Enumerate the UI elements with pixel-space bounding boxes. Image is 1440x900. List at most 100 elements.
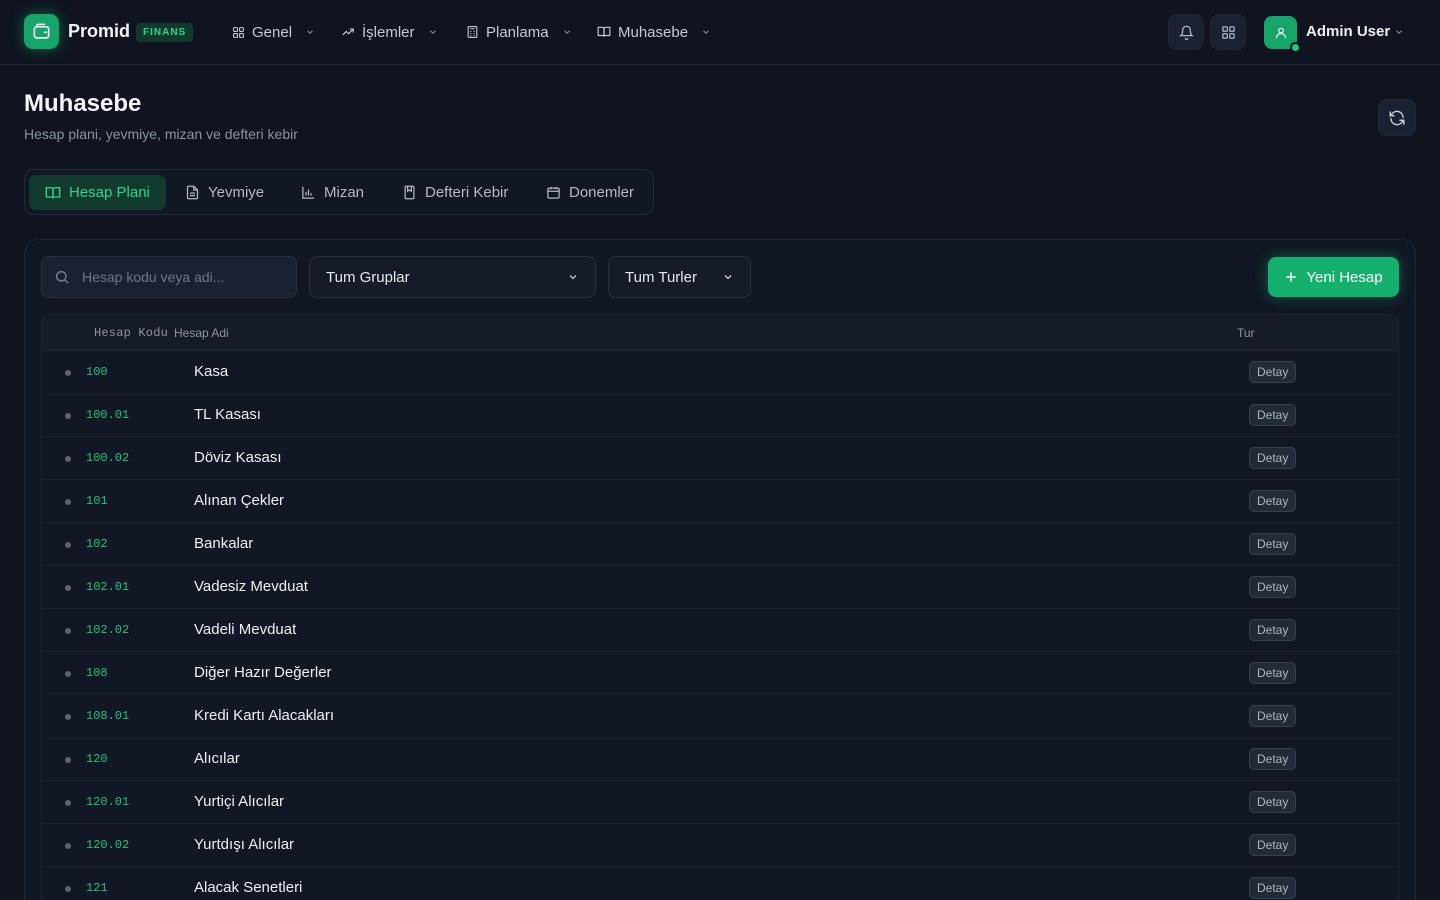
wallet-logo-icon[interactable] <box>24 14 59 49</box>
search-input[interactable] <box>82 269 282 285</box>
account-name: Bankalar <box>194 535 254 552</box>
refresh-button[interactable] <box>1378 99 1416 136</box>
row-bullet <box>65 757 71 763</box>
column-header-code: Hesap Kodu <box>94 326 169 340</box>
account-name: Yurtdışı Alıcılar <box>194 836 295 853</box>
page-title: Muhasebe <box>24 90 142 117</box>
page-subtitle: Hesap plani, yevmiye, mizan ve defteri k… <box>24 126 298 142</box>
account-name: Vadesiz Mevduat <box>194 578 308 595</box>
nav-item-planlama[interactable]: Planlama <box>466 20 572 44</box>
accounting-tabs: Hesap Plani Yevmiye Mizan Defteri Kebir … <box>24 169 654 215</box>
account-type-badge: Detay <box>1249 748 1297 770</box>
plus-icon <box>1286 272 1297 282</box>
user-icon <box>1275 27 1286 38</box>
online-status-dot <box>1290 42 1301 53</box>
row-bullet <box>65 499 71 505</box>
account-name: Döviz Kasası <box>194 449 282 466</box>
account-name: Alıcılar <box>194 750 240 767</box>
nav-item-genel[interactable]: Genel <box>232 20 315 44</box>
nav-label: Genel <box>252 23 293 41</box>
group-select[interactable]: Tum Gruplar <box>309 256 596 298</box>
new-account-button[interactable]: Yeni Hesap <box>1268 257 1399 297</box>
new-account-label: Yeni Hesap <box>1306 268 1383 286</box>
chevron-down-icon <box>429 30 436 34</box>
nav-item-muhasebe[interactable]: Muhasebe <box>597 20 711 44</box>
notifications-button[interactable] <box>1168 14 1204 50</box>
account-code: 120 <box>86 752 108 766</box>
row-bullet <box>65 671 71 677</box>
chevron-down-icon <box>307 30 313 34</box>
account-code: 101 <box>86 494 108 508</box>
apps-button[interactable] <box>1210 14 1246 50</box>
table-row[interactable]: 102.01 Vadesiz Mevduat Detay <box>42 566 1398 609</box>
tab-defteri-kebir[interactable]: Defteri Kebir <box>386 175 524 210</box>
account-name: Kredi Kartı Alacakları <box>194 707 335 724</box>
tab-donemler[interactable]: Donemler <box>530 175 650 210</box>
table-row[interactable]: 120.01 Yurtiçi Alıcılar Detay <box>42 781 1398 824</box>
search-icon <box>56 271 69 284</box>
chevron-down-icon[interactable] <box>1394 27 1404 37</box>
grid-icon <box>233 26 244 38</box>
row-bullet <box>65 413 71 419</box>
chevron-down-icon <box>569 275 577 280</box>
row-bullet <box>65 886 71 892</box>
table-row[interactable]: 120 Alıcılar Detay <box>42 738 1398 781</box>
account-code: 108.01 <box>86 709 130 723</box>
search-box[interactable] <box>41 256 297 298</box>
calendar-icon <box>547 186 560 199</box>
nav-label: Planlama <box>486 23 549 41</box>
avatar[interactable] <box>1264 16 1301 53</box>
table-row[interactable]: 102.02 Vadeli Mevduat Detay <box>42 609 1398 652</box>
account-type-badge: Detay <box>1249 533 1297 555</box>
account-name: TL Kasası <box>194 406 261 423</box>
table-row[interactable]: 100 Kasa Detay <box>42 351 1398 394</box>
tab-label: Mizan <box>324 184 365 201</box>
row-bullet <box>65 585 71 591</box>
document-icon <box>186 185 199 200</box>
tab-yevmiye[interactable]: Yevmiye <box>169 175 280 210</box>
account-code: 100.02 <box>86 451 130 465</box>
account-type-badge: Detay <box>1249 447 1297 469</box>
account-code: 108 <box>86 666 108 680</box>
account-name: Alınan Çekler <box>194 492 285 509</box>
account-code: 102.01 <box>86 580 130 594</box>
user-name[interactable]: Admin User <box>1306 23 1390 40</box>
table-row[interactable]: 121 Alacak Senetleri Detay <box>42 867 1398 900</box>
account-type-badge: Detay <box>1249 877 1297 899</box>
table-row[interactable]: 100.02 Döviz Kasası Detay <box>42 437 1398 480</box>
account-code: 100 <box>86 365 108 379</box>
account-code: 120.01 <box>86 795 130 809</box>
account-code: 100.01 <box>86 408 130 422</box>
group-select-value: Tum Gruplar <box>326 268 410 286</box>
apps-grid-icon <box>1221 25 1235 39</box>
account-name: Alacak Senetleri <box>194 879 303 896</box>
tab-mizan[interactable]: Mizan <box>285 175 380 210</box>
table-row[interactable]: 102 Bankalar Detay <box>42 523 1398 566</box>
refresh-icon <box>1389 110 1405 125</box>
type-select-value: Tum Turler <box>625 268 697 286</box>
type-select[interactable]: Tum Turler <box>608 256 751 298</box>
table-row[interactable]: 108 Diğer Hazır Değerler Detay <box>42 652 1398 695</box>
table-row[interactable]: 101 Alınan Çekler Detay <box>42 480 1398 523</box>
chevron-down-icon <box>703 30 709 34</box>
account-type-badge: Detay <box>1249 576 1297 598</box>
brand-name[interactable]: Promid <box>68 21 130 42</box>
ledger-icon <box>404 185 415 200</box>
row-bullet <box>65 628 71 634</box>
tab-label: Yevmiye <box>208 184 265 201</box>
table-row[interactable]: 100.01 TL Kasası Detay <box>42 394 1398 437</box>
tab-hesap-plani[interactable]: Hesap Plani <box>29 175 166 210</box>
nav-item-islemler[interactable]: İşlemler <box>341 20 438 44</box>
table-row[interactable]: 108.01 Kredi Kartı Alacakları Detay <box>42 695 1398 738</box>
row-bullet <box>65 714 71 720</box>
account-code: 121 <box>86 881 108 895</box>
account-type-badge: Detay <box>1249 361 1297 383</box>
chevron-down-icon <box>724 275 732 280</box>
account-name: Yurtiçi Alıcılar <box>194 793 285 810</box>
table-row[interactable]: 120.02 Yurtdışı Alıcılar Detay <box>42 824 1398 867</box>
column-header-type: Tur <box>1237 326 1255 340</box>
top-navbar: Promid FINANS Genel İşlemler Planlama Mu… <box>0 0 1440 65</box>
row-bullet <box>65 800 71 806</box>
trend-icon <box>342 28 354 36</box>
calculator-icon <box>467 26 478 38</box>
